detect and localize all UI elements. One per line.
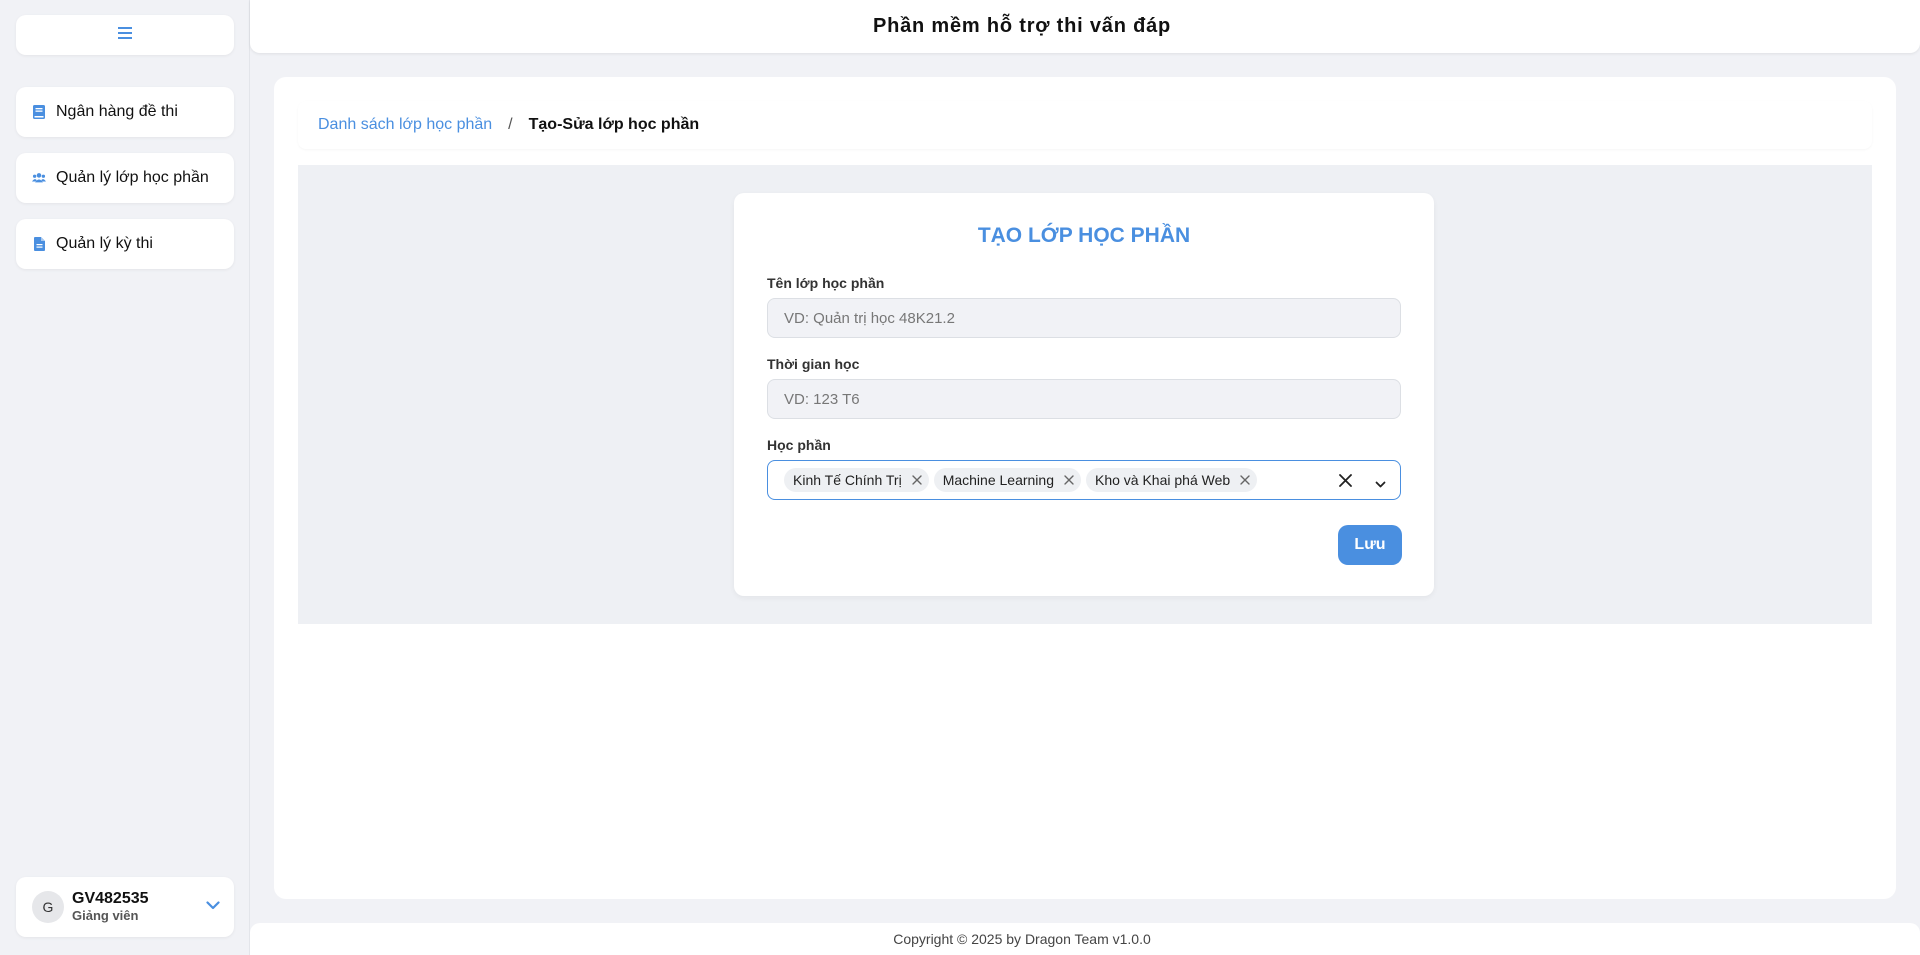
breadcrumb-separator: / (508, 116, 513, 133)
class-name-input[interactable] (767, 298, 1401, 338)
file-icon (32, 236, 46, 252)
remove-tag-icon[interactable] (1239, 474, 1251, 486)
app-title: Phần mềm hỗ trợ thi vấn đáp (872, 15, 1172, 37)
users-icon (32, 170, 46, 186)
courses-label: Học phần (767, 437, 831, 453)
sidebar-item-class-management[interactable]: Quản lý lớp học phần (16, 153, 234, 203)
user-name: GV482535 (72, 890, 149, 907)
form-title: TẠO LỚP HỌC PHẦN (977, 224, 1191, 247)
breadcrumb: Danh sách lớp học phần / Tạo-Sửa lớp học… (298, 101, 1872, 149)
main-panel: Danh sách lớp học phần / Tạo-Sửa lớp học… (274, 77, 1896, 899)
courses-multiselect[interactable]: Kinh Tế Chính Trị Machine Learning Kho v… (767, 460, 1401, 500)
sidebar-item-exam-management[interactable]: Quản lý kỳ thi (16, 219, 234, 269)
footer: Copyright © 2025 by Dragon Team v1.0.0 (250, 923, 1920, 955)
class-name-label: Tên lớp học phần (767, 275, 885, 291)
user-role: Giảng viên (72, 908, 139, 923)
selected-course-tag: Kho và Khai phá Web (1085, 468, 1258, 492)
chevron-down-icon[interactable] (206, 897, 220, 915)
app-header: Phần mềm hỗ trợ thi vấn đáp (250, 0, 1920, 53)
tag-label: Kinh Tế Chính Trị (793, 472, 902, 488)
content-area: TẠO LỚP HỌC PHẦN Tên lớp học phần Thời g… (298, 165, 1872, 624)
class-form-card: TẠO LỚP HỌC PHẦN Tên lớp học phần Thời g… (734, 193, 1434, 596)
clear-selection-icon[interactable] (1339, 474, 1352, 492)
sidebar-item-label: Quản lý lớp học phần (56, 169, 209, 186)
breadcrumb-current: Tạo-Sửa lớp học phần (528, 116, 700, 133)
remove-tag-icon[interactable] (1063, 474, 1075, 486)
save-button[interactable]: Lưu (1338, 525, 1402, 565)
schedule-input[interactable] (767, 379, 1401, 419)
sidebar: Ngân hàng đề thi Quản lý lớp học phần Qu… (0, 0, 250, 955)
sidebar-item-question-bank[interactable]: Ngân hàng đề thi (16, 87, 234, 137)
selected-course-tag: Kinh Tế Chính Trị (784, 468, 929, 492)
user-menu[interactable]: G GV482535 Giảng viên (16, 877, 234, 937)
book-icon (32, 104, 46, 120)
remove-tag-icon[interactable] (911, 474, 923, 486)
copyright-text: Copyright © 2025 by Dragon Team v1.0.0 (893, 931, 1151, 947)
tag-label: Kho và Khai phá Web (1094, 472, 1231, 488)
selected-course-tag: Machine Learning (933, 468, 1081, 492)
sidebar-item-label: Ngân hàng đề thi (56, 103, 178, 120)
hamburger-icon (118, 26, 132, 44)
schedule-label: Thời gian học (767, 356, 860, 372)
tag-label: Machine Learning (942, 472, 1054, 488)
sidebar-item-label: Quản lý kỳ thi (56, 235, 153, 252)
sidebar-toggle-button[interactable] (16, 15, 234, 55)
breadcrumb-class-list-link[interactable]: Danh sách lớp học phần (318, 116, 492, 134)
chevron-down-icon[interactable] (1375, 476, 1386, 494)
avatar: G (32, 891, 64, 923)
